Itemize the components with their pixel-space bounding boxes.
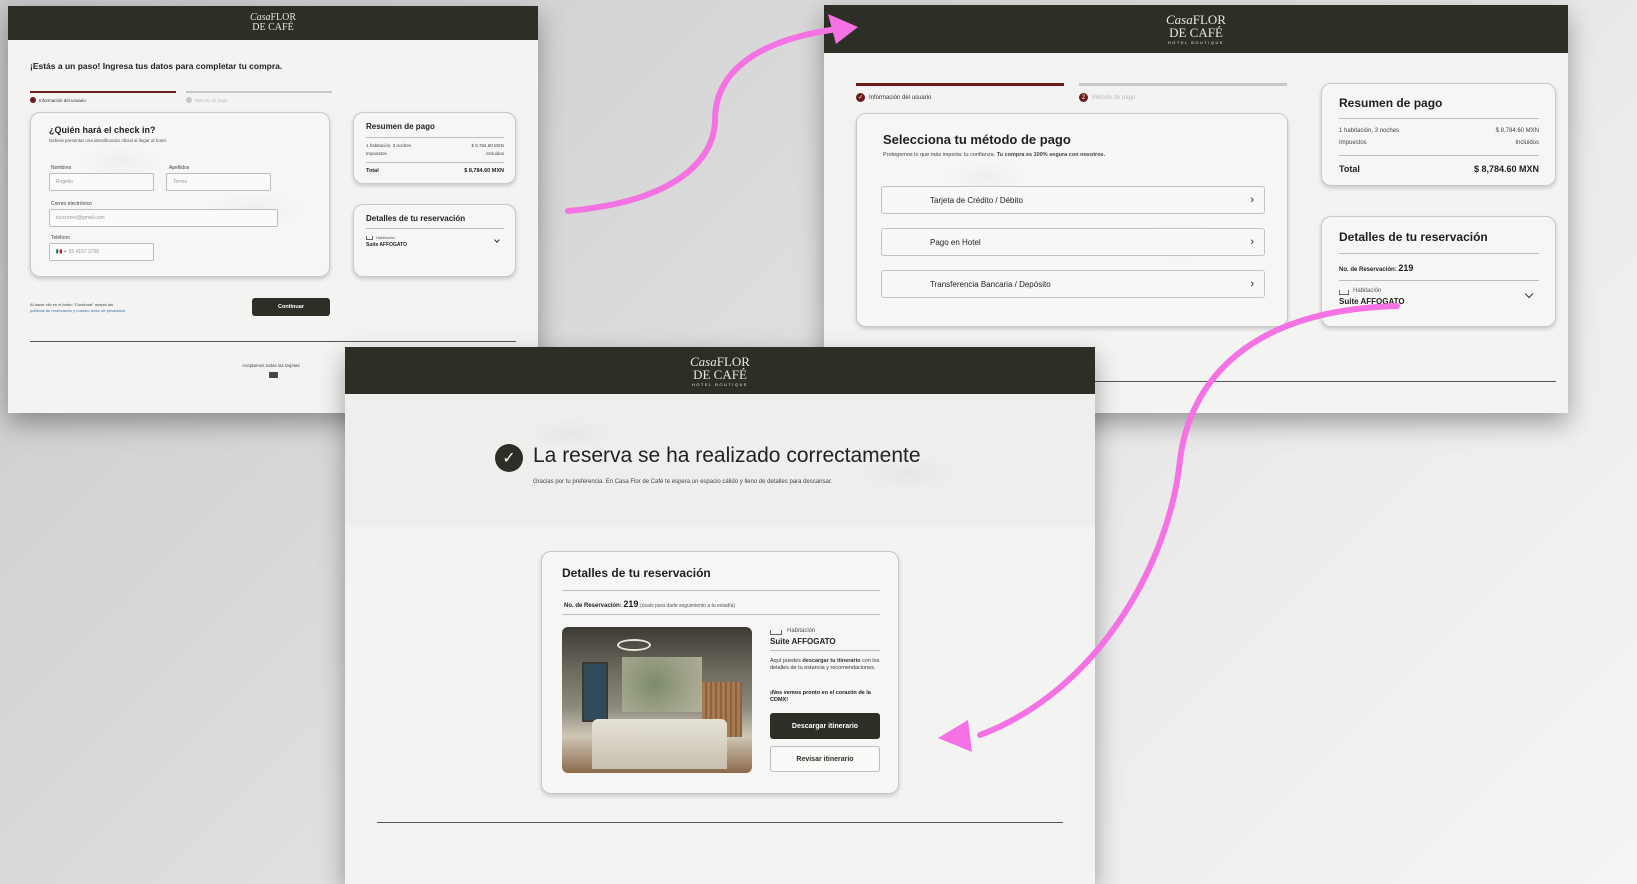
flow-arrow-1 [565,14,858,214]
flow-arrow-2 [938,303,1400,752]
flow-arrows [565,14,1400,752]
